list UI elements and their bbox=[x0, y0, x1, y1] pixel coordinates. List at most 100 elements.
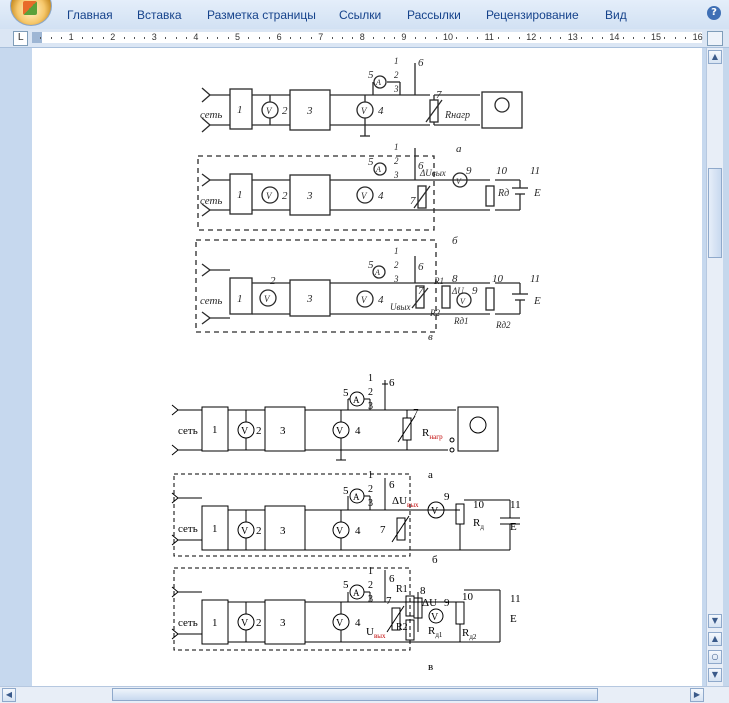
scan-caption-c: в bbox=[428, 331, 433, 343]
scan-sw3-b: 3 bbox=[393, 170, 399, 180]
redraw-ammeter-b: A bbox=[353, 492, 360, 502]
scan-rd-b: Rд bbox=[497, 188, 509, 199]
redraw-sw2-b: 2 bbox=[368, 484, 373, 495]
redraw-block-11-c: 11 bbox=[510, 593, 521, 605]
vertical-scroll-thumb[interactable] bbox=[708, 168, 722, 258]
scroll-left-icon[interactable]: ◀ bbox=[2, 688, 16, 702]
redraw-v-b1: V bbox=[241, 526, 249, 537]
redraw-block-10-b: 10 bbox=[473, 499, 485, 511]
scan-rload-a: Rнагр bbox=[444, 110, 470, 121]
scan-block-2-c: 2 bbox=[270, 275, 276, 287]
ruler-tick bbox=[664, 37, 666, 39]
ruler-tick bbox=[227, 37, 229, 39]
ruler-tick bbox=[414, 37, 416, 39]
tab-review[interactable]: Рецензирование bbox=[486, 8, 579, 22]
redraw-sw1-a: 1 bbox=[368, 373, 373, 384]
ruler-tick bbox=[643, 37, 645, 39]
ruler-number: 5 bbox=[235, 32, 241, 42]
scan-rd2-c: Rд2 bbox=[495, 320, 511, 330]
ruler-tick bbox=[560, 37, 562, 39]
ruler-tick bbox=[134, 37, 135, 39]
ruler-number: 11 bbox=[484, 32, 494, 42]
scan-block-3-b: 3 bbox=[306, 190, 313, 202]
scan-block-11-c: 11 bbox=[530, 273, 540, 285]
ruler-tick bbox=[633, 37, 635, 39]
scan-ammeter-b: A bbox=[375, 165, 381, 174]
redrawn-circuit-figure: сеть 1 V 2 3 V 4 5 A 1 2 3 6 7 Rнагр а с… bbox=[171, 373, 521, 673]
browse-object-icon[interactable]: ○ bbox=[708, 650, 722, 664]
redraw-caption-b: б bbox=[432, 554, 438, 566]
scan-block-2-a: 2 bbox=[282, 105, 288, 117]
ruler-tick bbox=[508, 37, 510, 39]
tab-selector[interactable]: L bbox=[13, 31, 28, 46]
scan-block-7-a: 7 bbox=[436, 89, 442, 101]
ruler-number: 15 bbox=[651, 32, 662, 42]
redraw-block-5-c: 5 bbox=[343, 579, 349, 591]
scan-sw1-c: 1 bbox=[394, 246, 399, 256]
scan-block-6-a: 6 bbox=[418, 57, 424, 69]
redraw-block-3-b: 3 bbox=[280, 525, 286, 537]
horizontal-scrollbar[interactable]: ◀ ▶ bbox=[0, 686, 729, 703]
scan-delta-u-out-b: ΔUвых bbox=[419, 168, 446, 178]
scroll-up-icon[interactable]: ▲ bbox=[708, 50, 722, 64]
redraw-uout-main-c: U bbox=[366, 626, 374, 638]
scroll-right-icon[interactable]: ▶ bbox=[690, 688, 704, 702]
ruler-tick bbox=[61, 37, 63, 39]
help-icon[interactable]: ? bbox=[707, 6, 721, 20]
office-button[interactable] bbox=[10, 0, 52, 26]
tab-references[interactable]: Ссылки bbox=[339, 8, 381, 22]
scroll-down-icon[interactable]: ▼ bbox=[708, 614, 722, 628]
redraw-block-3-c: 3 bbox=[280, 617, 286, 629]
ruler-number: 8 bbox=[359, 32, 365, 42]
ruler-tick bbox=[591, 37, 593, 39]
ruler-tick bbox=[602, 37, 603, 39]
vertical-scrollbar[interactable]: ▲ ▼ ▲ ○ ▼ bbox=[706, 48, 723, 686]
ruler-tick bbox=[248, 37, 250, 39]
ruler-number: 16 bbox=[692, 32, 703, 42]
redraw-caption-a: а bbox=[428, 469, 433, 481]
scan-net-label-b: сеть bbox=[200, 195, 222, 207]
ruler-number: 4 bbox=[193, 32, 199, 42]
ruler-tick bbox=[331, 37, 333, 39]
scan-block-11-b: 11 bbox=[530, 165, 540, 177]
ruler-tick bbox=[394, 37, 395, 39]
redraw-delta-u-c: ΔU bbox=[422, 597, 437, 609]
scan-block-9-b: 9 bbox=[466, 165, 472, 177]
scan-rd1-c: Rд1 bbox=[453, 316, 469, 326]
redraw-r2-c: R2 bbox=[396, 622, 408, 633]
redraw-ammeter-c: A bbox=[353, 588, 360, 598]
scan-block-4-a: 4 bbox=[378, 105, 384, 117]
ruler-number: 12 bbox=[526, 32, 537, 42]
redraw-sw2-c: 2 bbox=[368, 580, 373, 591]
redraw-block-11-b: 11 bbox=[510, 499, 521, 511]
scan-block-5-a: 5 bbox=[368, 69, 374, 81]
scan-sw2-a: 2 bbox=[394, 70, 399, 80]
prev-page-icon[interactable]: ▲ bbox=[708, 632, 722, 646]
redraw-delta-u-b: ΔUвых bbox=[392, 495, 419, 509]
redraw-block-5-b: 5 bbox=[343, 485, 349, 497]
scan-ammeter-a: A bbox=[375, 78, 381, 87]
horizontal-scroll-thumb[interactable] bbox=[112, 688, 598, 701]
tab-home[interactable]: Главная bbox=[67, 8, 113, 22]
scan-v-b2: V bbox=[361, 191, 368, 201]
ruler-tick bbox=[310, 37, 312, 39]
ruler-tick bbox=[342, 37, 343, 39]
view-ruler-icon[interactable] bbox=[707, 31, 723, 46]
horizontal-ruler[interactable]: L 1 2 3 4 5 6 7 8 9 10 11 12 13 14 15 16 bbox=[0, 29, 729, 48]
redraw-v-b3: V bbox=[431, 506, 439, 517]
tab-page-layout[interactable]: Разметка страницы bbox=[207, 8, 316, 22]
redraw-block-4-b: 4 bbox=[355, 525, 361, 537]
ruler-number: 7 bbox=[318, 32, 324, 42]
next-page-icon[interactable]: ▼ bbox=[708, 668, 722, 682]
redraw-net-label-b: сеть bbox=[178, 523, 198, 535]
tab-insert[interactable]: Вставка bbox=[137, 8, 182, 22]
tab-mailings[interactable]: Рассылки bbox=[407, 8, 461, 22]
tab-view[interactable]: Вид bbox=[605, 8, 627, 22]
scan-uout-c: Uвых bbox=[390, 302, 411, 312]
ruler-tick bbox=[300, 37, 302, 39]
ruler-tick bbox=[539, 37, 541, 39]
ruler-tick bbox=[175, 37, 177, 39]
redraw-block-8-c: 8 bbox=[420, 585, 426, 597]
ruler-tick bbox=[144, 37, 146, 39]
redraw-v-a2: V bbox=[336, 426, 344, 437]
